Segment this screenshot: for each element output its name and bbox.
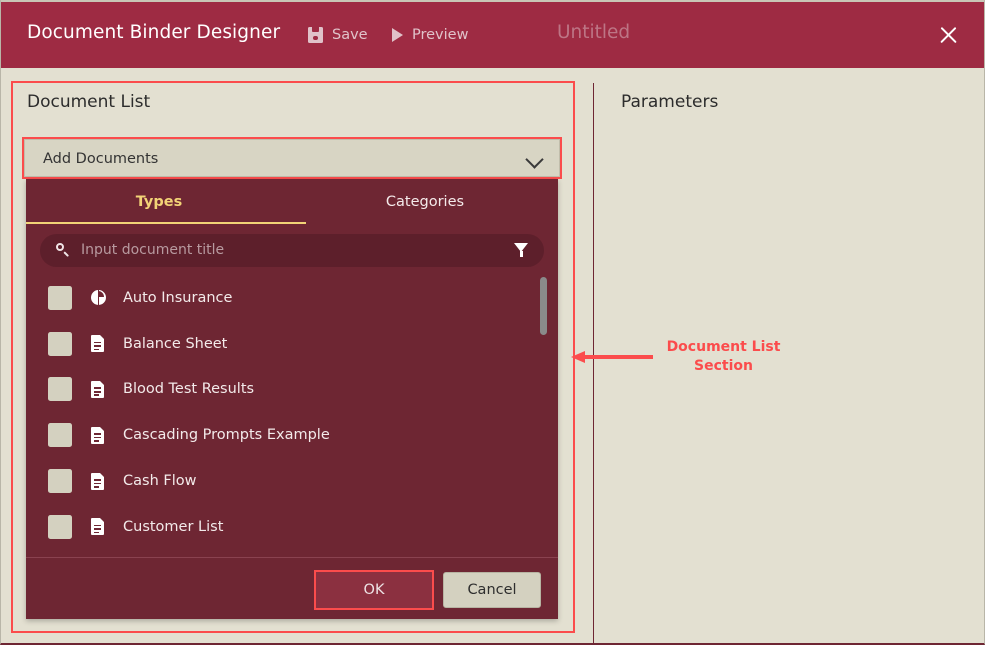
document-item-label: Blood Test Results [123,381,254,397]
document-item-label: Customer List [123,519,223,535]
document-checkbox[interactable] [48,469,72,493]
list-scrollbar[interactable] [540,277,547,557]
parameters-heading: Parameters [621,92,718,112]
document-item-label: Balance Sheet [123,336,227,352]
search-icon [56,243,69,256]
document-item-label: Cash Flow [123,473,196,489]
ok-button[interactable]: OK [316,572,432,608]
tab-categories[interactable]: Categories [292,179,558,224]
save-button[interactable]: Save [308,23,368,47]
list-item[interactable]: Blood Test Results [26,367,558,413]
annotation-line-1: Document List [656,338,791,357]
page-title: Document Binder Designer [27,22,280,43]
chevron-down-icon [525,150,543,168]
file-document-icon [90,381,106,398]
document-name: Untitled [557,22,630,43]
add-documents-dropdown: Types Categories Input document title Au… [26,179,558,619]
search-input-placeholder: Input document title [81,242,224,258]
scrollbar-thumb[interactable] [540,277,547,335]
title-bar: Document Binder Designer Save Preview Un… [1,0,985,68]
document-item-label: Auto Insurance [123,290,232,306]
active-tab-underline [26,222,306,224]
preview-button[interactable]: Preview [392,23,468,47]
application-window: Document Binder Designer Save Preview Un… [0,0,985,645]
document-checkbox[interactable] [48,515,72,539]
annotation-line-2: Section [656,357,791,376]
dropdown-tabs: Types Categories [26,179,558,224]
annotation-arrow [571,351,653,363]
filter-funnel-icon[interactable] [514,243,529,258]
annotation-label: Document List Section [656,338,791,376]
play-icon [392,28,403,42]
add-documents-label: Add Documents [43,151,158,167]
close-icon[interactable] [934,21,962,49]
ok-button-highlight: OK [314,570,434,610]
file-document-icon [90,427,106,444]
document-item-list[interactable]: Auto Insurance Balance Sheet Blood Test Re… [26,275,558,557]
floppy-disk-icon [308,27,323,43]
add-documents-select[interactable]: Add Documents [24,139,560,177]
save-button-label: Save [332,27,368,43]
list-item[interactable]: Cash Flow [26,458,558,504]
document-checkbox[interactable] [48,286,72,310]
list-item[interactable]: Customer List [26,504,558,550]
file-document-icon [90,518,106,535]
preview-button-label: Preview [412,27,468,43]
document-checkbox[interactable] [48,377,72,401]
list-item[interactable]: Balance Sheet [26,321,558,367]
panel-divider [593,83,594,643]
tab-types[interactable]: Types [26,179,292,224]
file-document-icon [90,473,106,490]
document-checkbox[interactable] [48,423,72,447]
list-item[interactable]: Auto Insurance [26,275,558,321]
document-checkbox[interactable] [48,332,72,356]
file-document-icon [90,335,106,352]
document-item-label: Cascading Prompts Example [123,427,330,443]
pie-chart-icon [90,289,106,306]
search-input[interactable]: Input document title [40,234,544,267]
dropdown-footer: OK Cancel [26,557,558,619]
list-item[interactable]: Cascading Prompts Example [26,412,558,458]
cancel-button[interactable]: Cancel [443,572,541,608]
add-documents-highlight: Add Documents [22,137,562,179]
